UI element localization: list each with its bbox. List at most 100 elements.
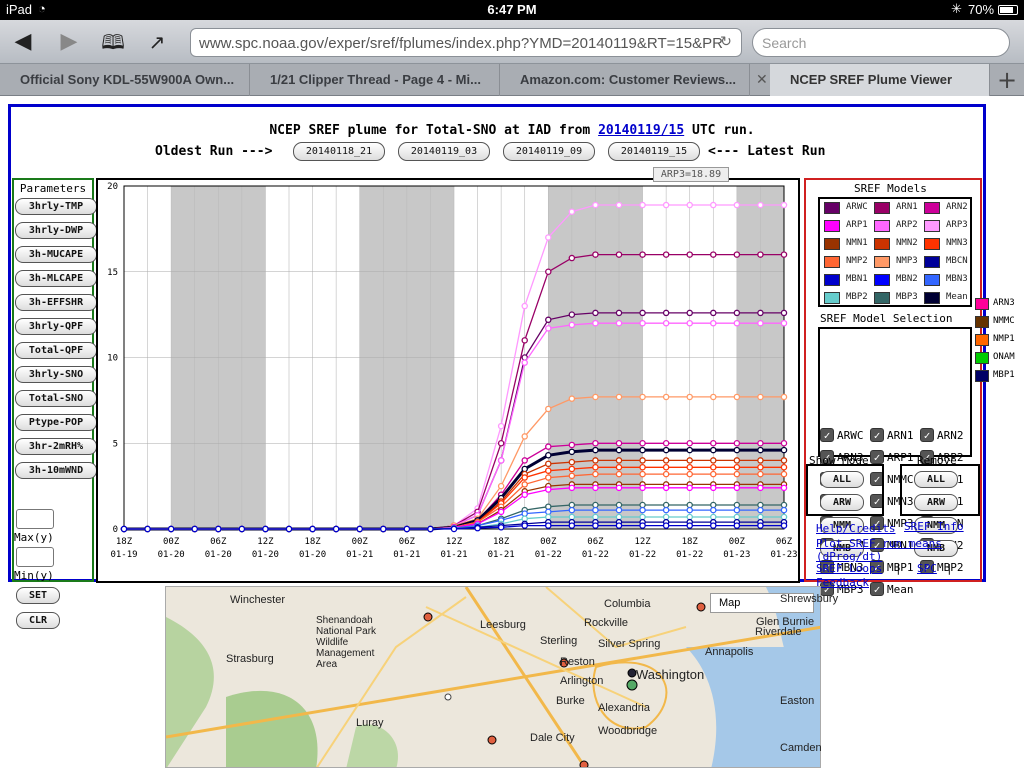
bookmarks-icon[interactable]: 🕮	[98, 28, 128, 56]
reload-icon[interactable]: ↻	[718, 34, 734, 50]
data-point	[592, 201, 599, 209]
param-button[interactable]: 3hr-2mRH%	[15, 438, 97, 455]
set-button[interactable]: SET	[16, 587, 60, 604]
data-point	[167, 525, 175, 533]
data-point	[568, 506, 576, 514]
data-point	[733, 501, 741, 509]
data-point	[662, 457, 670, 464]
check-icon[interactable]: ✓	[820, 428, 834, 442]
sref-loops-link[interactable]: SREF Loops	[816, 562, 882, 575]
check-icon[interactable]: ✓	[920, 428, 934, 442]
param-button[interactable]: 3h-MLCAPE	[15, 270, 97, 287]
data-point	[615, 439, 623, 447]
oldest-label: Oldest Run --->	[155, 144, 273, 159]
address-bar[interactable]: www.spc.noaa.gov/exper/sref/fplumes/inde…	[190, 28, 742, 57]
param-button[interactable]: 3hrly-QPF	[15, 318, 97, 335]
google-map[interactable]	[165, 586, 821, 768]
city-label: Sterling	[540, 635, 578, 647]
data-point	[733, 522, 741, 529]
back-icon[interactable]: ◀	[8, 28, 38, 56]
data-point	[686, 201, 693, 209]
help-credits-link[interactable]: Help/Credits	[816, 522, 895, 535]
legend-item: NMN3	[924, 237, 984, 253]
data-point	[686, 319, 693, 327]
sref-info-link[interactable]: SREF Info	[904, 520, 964, 533]
data-point	[545, 467, 552, 474]
data-point	[733, 506, 741, 514]
model-checkbox[interactable]: ✓ Mean	[870, 580, 926, 600]
data-point	[592, 393, 599, 401]
run-button-4[interactable]: 20140119_15	[608, 142, 700, 161]
data-point	[545, 503, 552, 510]
legend-swatch	[824, 220, 840, 232]
data-point	[521, 515, 528, 522]
plot-means-link[interactable]: Plot SREF run means (dProg/dt)	[816, 537, 956, 563]
data-point	[710, 309, 717, 317]
run-button-2[interactable]: 20140119_03	[398, 142, 490, 161]
data-point	[710, 439, 717, 447]
data-point	[686, 484, 693, 492]
check-icon[interactable]: ✓	[870, 428, 884, 442]
selection-title: SREF Model Selection	[820, 312, 953, 325]
close-tab-icon[interactable]: ✕	[756, 71, 768, 89]
param-button[interactable]: 3hrly-SNO	[15, 366, 97, 383]
legend-swatch	[924, 238, 940, 250]
city-label: Washington	[636, 667, 705, 682]
model-checkbox[interactable]: ✓ ARN2	[920, 426, 976, 446]
run-link[interactable]: 20140119/15	[598, 123, 684, 138]
x-tick-date: 01-21	[488, 550, 515, 560]
param-button[interactable]: 3h-10mWND	[15, 462, 97, 479]
legend-item: ARN3	[975, 297, 1024, 313]
data-point	[710, 501, 717, 509]
data-point	[521, 457, 528, 464]
status-bar: iPad ◔ 6:47 PM ✳ 70%	[0, 0, 1024, 20]
param-button[interactable]: 3hrly-TMP	[15, 198, 97, 215]
data-point	[191, 525, 198, 533]
clr-button[interactable]: CLR	[16, 612, 60, 629]
run-button-1[interactable]: 20140118_21	[293, 142, 385, 161]
param-button[interactable]: Total-SNO	[15, 390, 97, 407]
x-tick-label: 06Z	[776, 537, 793, 547]
param-button[interactable]: 3hrly-DWP	[15, 222, 97, 239]
legend-swatch	[975, 298, 989, 310]
data-point	[545, 316, 552, 324]
map-svg	[166, 587, 820, 767]
data-point	[639, 522, 646, 529]
data-point	[639, 464, 646, 471]
data-point	[757, 439, 764, 447]
data-point	[639, 393, 646, 401]
data-point	[757, 470, 764, 478]
show-all-button[interactable]: ALL	[820, 471, 864, 488]
param-button[interactable]: Ptype-POP	[15, 414, 97, 431]
param-button[interactable]: Total-QPF	[15, 342, 97, 359]
max-y-input[interactable]	[16, 509, 54, 529]
tab-sony[interactable]: Official Sony KDL-55W900A Own...	[0, 64, 250, 96]
run-button-3[interactable]: 20140119_09	[503, 142, 595, 161]
x-tick-label: 00Z	[352, 537, 369, 547]
param-button[interactable]: 3h-EFFSHR	[15, 294, 97, 311]
check-icon[interactable]: ✓	[870, 582, 884, 596]
param-button[interactable]: 3h-MUCAPE	[15, 246, 97, 263]
new-tab-icon[interactable]: +	[990, 64, 1024, 96]
feedback-link[interactable]: Feedback	[816, 576, 869, 589]
tab-sref[interactable]: NCEP SREF Plume Viewer	[770, 64, 990, 96]
max-y-label: Max(y)	[14, 531, 54, 544]
tab-amazon[interactable]: Amazon.com: Customer Reviews...	[500, 64, 750, 96]
check-icon[interactable]: ✓	[870, 450, 884, 464]
data-point	[521, 491, 528, 498]
data-point	[780, 319, 788, 327]
tab-clipper[interactable]: 1/21 Clipper Thread - Page 4 - Mi...	[250, 64, 500, 96]
remove-all-button[interactable]: ALL	[914, 471, 958, 488]
spc-link[interactable]: SPC	[917, 562, 937, 575]
min-y-input[interactable]	[16, 547, 54, 567]
data-point	[686, 464, 693, 471]
show-arw-button[interactable]: ARW	[820, 494, 864, 511]
data-point	[545, 443, 552, 450]
share-icon[interactable]: ↗	[142, 28, 172, 56]
legend-label: MBN2	[896, 274, 918, 284]
model-checkbox[interactable]: ✓ ARN1	[870, 426, 926, 446]
remove-arw-button[interactable]: ARW	[914, 494, 958, 511]
model-checkbox[interactable]: ✓ ARWC	[820, 426, 876, 446]
search-input[interactable]: Search	[752, 28, 1010, 57]
forward-icon[interactable]: ▶	[54, 28, 84, 56]
